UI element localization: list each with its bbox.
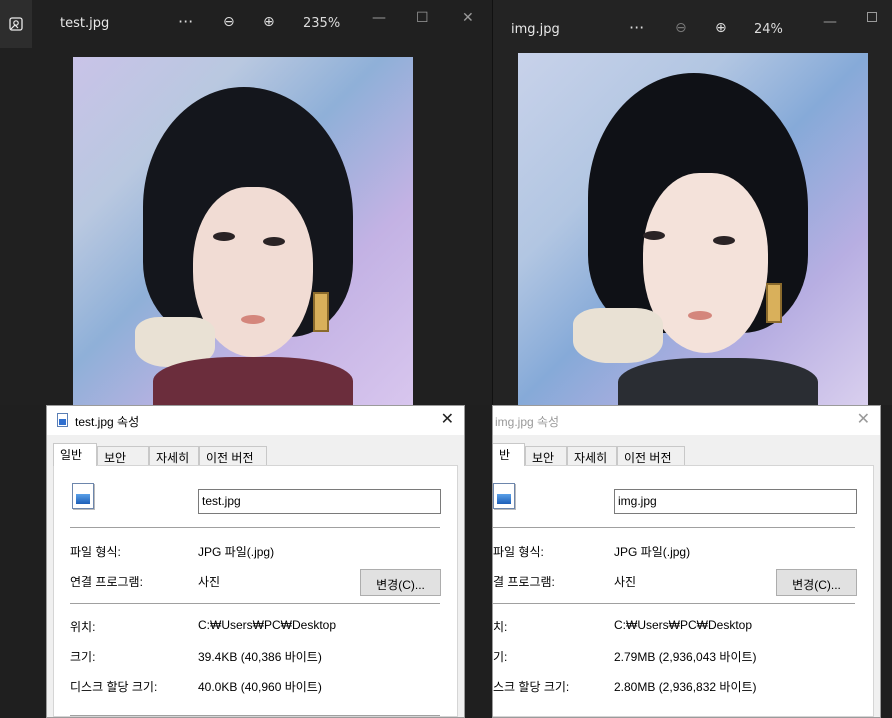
file-type-label: 파일 형식: — [493, 545, 544, 559]
zoom-in-button[interactable]: ⊕ — [263, 14, 275, 30]
location-label: 위치: — [70, 620, 96, 634]
zoom-out-button[interactable]: ⊖ — [675, 20, 687, 36]
viewer-filename: img.jpg — [511, 22, 560, 37]
tab-previous-versions[interactable]: 이전 버전 — [617, 446, 685, 465]
location-value: C:₩Users₩PC₩Desktop — [198, 618, 337, 632]
more-options-button[interactable]: ··· — [629, 18, 644, 37]
disk-size-value: 2.80MB (2,936,832 바이트) — [614, 680, 757, 694]
file-type-label: 파일 형식: — [70, 545, 121, 559]
general-panel: img.jpg 파일 형식: JPG 파일(.jpg) 결 프로그램: 사진 변… — [493, 465, 874, 717]
viewer-filename: test.jpg — [60, 16, 110, 31]
tab-general[interactable]: 일반 — [53, 443, 97, 466]
change-button[interactable]: 변경(C)... — [360, 569, 441, 596]
maximize-button[interactable]: ☐ — [416, 10, 429, 26]
divider — [70, 603, 440, 604]
dialog-close-button[interactable]: ✕ — [857, 409, 870, 429]
disk-size-label: 디스크 할당 크기: — [70, 680, 158, 694]
opens-with-label: 결 프로그램: — [493, 575, 555, 589]
photo-image[interactable] — [73, 57, 413, 405]
opens-with-value: 사진 — [198, 575, 221, 589]
zoom-in-button[interactable]: ⊕ — [715, 20, 727, 36]
minimize-button[interactable]: — — [372, 10, 386, 26]
file-type-value: JPG 파일(.jpg) — [614, 545, 691, 559]
divider — [493, 527, 855, 528]
location-value: C:₩Users₩PC₩Desktop — [614, 618, 753, 632]
location-label: 치: — [493, 620, 508, 634]
size-value: 2.79MB (2,936,043 바이트) — [614, 650, 757, 664]
tab-security[interactable]: 보안 — [525, 446, 567, 465]
opens-with-label: 연결 프로그램: — [70, 575, 143, 589]
change-button[interactable]: 변경(C)... — [776, 569, 857, 596]
properties-dialog-left: test.jpg 속성 ✕ 일반 보안 자세히 이전 버전 test.jpg 파… — [46, 405, 465, 718]
close-button[interactable]: ✕ — [462, 10, 474, 26]
tab-details[interactable]: 자세히 — [567, 446, 617, 465]
more-options-button[interactable]: ··· — [178, 12, 193, 31]
viewer-titlebar: img.jpg ··· ⊖ ⊕ 24% — — [493, 0, 892, 48]
opens-with-value: 사진 — [614, 575, 637, 589]
photo-viewer-left: test.jpg ··· ⊖ ⊕ 235% — ☐ ✕ — [0, 0, 492, 405]
photo-viewer-right: img.jpg ··· ⊖ ⊕ 24% — — [492, 0, 892, 405]
disk-size-label: 스크 할당 크기: — [493, 680, 570, 694]
filename-input[interactable]: test.jpg — [198, 489, 441, 514]
properties-dialog-right: img.jpg 속성 ✕ 반 보안 자세히 이전 버전 img.jpg 파일 형… — [492, 405, 881, 718]
disk-size-value: 40.0KB (40,960 바이트) — [198, 680, 322, 694]
maximize-icon[interactable] — [867, 12, 877, 22]
filename-input[interactable]: img.jpg — [614, 489, 857, 514]
zoom-out-button[interactable]: ⊖ — [223, 14, 235, 30]
tab-previous-versions[interactable]: 이전 버전 — [199, 446, 267, 465]
dialog-title: img.jpg 속성 — [495, 415, 560, 429]
image-file-icon — [493, 483, 515, 509]
viewer-titlebar: test.jpg ··· ⊖ ⊕ 235% — ☐ ✕ — [0, 0, 492, 48]
dialog-close-button[interactable]: ✕ — [441, 409, 454, 429]
divider — [70, 715, 440, 716]
divider — [70, 527, 440, 528]
general-panel: test.jpg 파일 형식: JPG 파일(.jpg) 연결 프로그램: 사진… — [53, 465, 458, 717]
minimize-button[interactable]: — — [823, 14, 837, 30]
divider — [493, 603, 855, 604]
size-label: 기: — [493, 650, 508, 664]
tab-security[interactable]: 보안 — [97, 446, 149, 465]
photo-image[interactable] — [518, 53, 868, 405]
file-icon — [57, 413, 68, 427]
photos-app-icon — [0, 0, 32, 48]
dialog-title: test.jpg 속성 — [75, 415, 140, 429]
size-label: 크기: — [70, 650, 96, 664]
image-file-icon — [72, 483, 94, 509]
tab-details[interactable]: 자세히 — [149, 446, 199, 465]
file-type-value: JPG 파일(.jpg) — [198, 545, 275, 559]
dialog-titlebar: test.jpg 속성 ✕ — [47, 406, 464, 435]
tab-general[interactable]: 반 — [493, 443, 525, 466]
dialog-titlebar: img.jpg 속성 ✕ — [493, 406, 880, 435]
size-value: 39.4KB (40,386 바이트) — [198, 650, 322, 664]
zoom-level[interactable]: 235% — [303, 16, 340, 31]
zoom-level[interactable]: 24% — [754, 22, 783, 37]
